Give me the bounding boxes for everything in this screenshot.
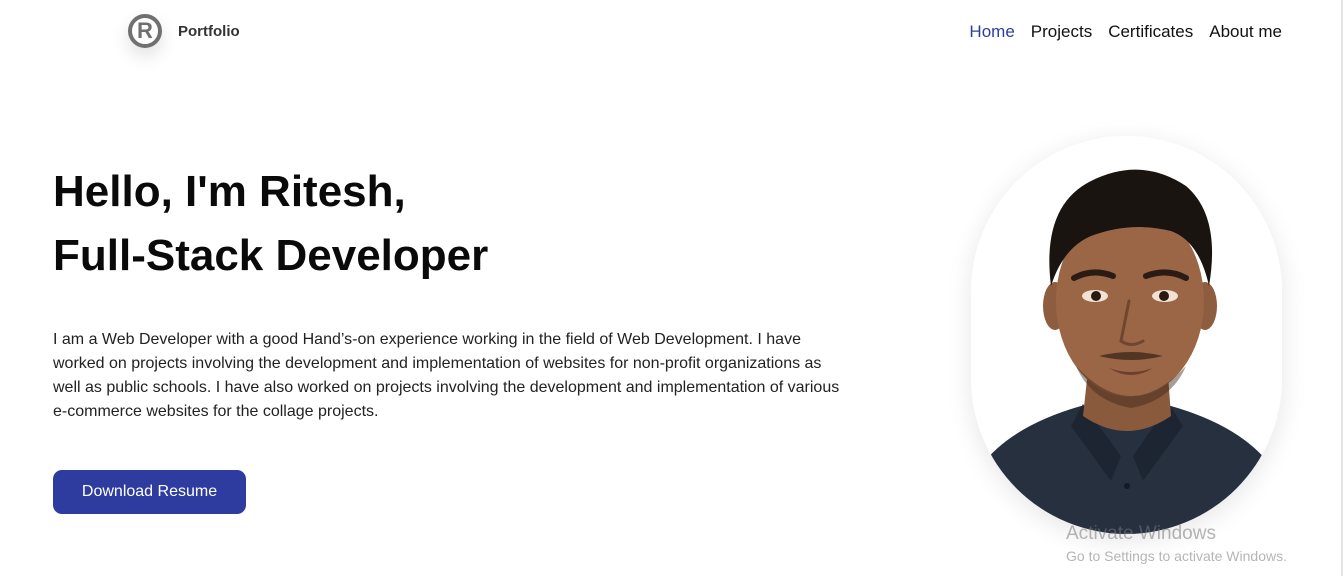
main-nav: Home Projects Certificates About me [969,21,1282,43]
download-resume-button[interactable]: Download Resume [53,470,246,514]
portfolio-page: R Portfolio Home Projects Certificates A… [0,0,1343,576]
nav-about-me[interactable]: About me [1209,21,1282,43]
logo-text: Portfolio [178,22,240,40]
hero-description: I am a Web Developer with a good Hand’s-… [53,331,840,420]
nav-certificates[interactable]: Certificates [1108,21,1193,43]
hero-title-line-2: Full-Stack Developer [53,231,489,280]
watermark-title: Activate Windows [1066,523,1216,544]
logo-link[interactable]: R Portfolio [128,14,240,48]
windows-activation-watermark: Activate Windows Go to Settings to activ… [1066,522,1287,566]
hero-title-line-1: Hello, I'm Ritesh, [53,167,406,216]
profile-photo [971,136,1282,534]
registered-logo-icon: R [128,14,162,48]
hero-title: Hello, I'm Ritesh, Full-Stack Developer [53,160,488,288]
nav-projects[interactable]: Projects [1031,21,1092,43]
watermark-subtitle: Go to Settings to activate Windows. [1066,548,1287,564]
profile-photo-illustration [971,136,1282,534]
nav-home[interactable]: Home [969,21,1014,43]
